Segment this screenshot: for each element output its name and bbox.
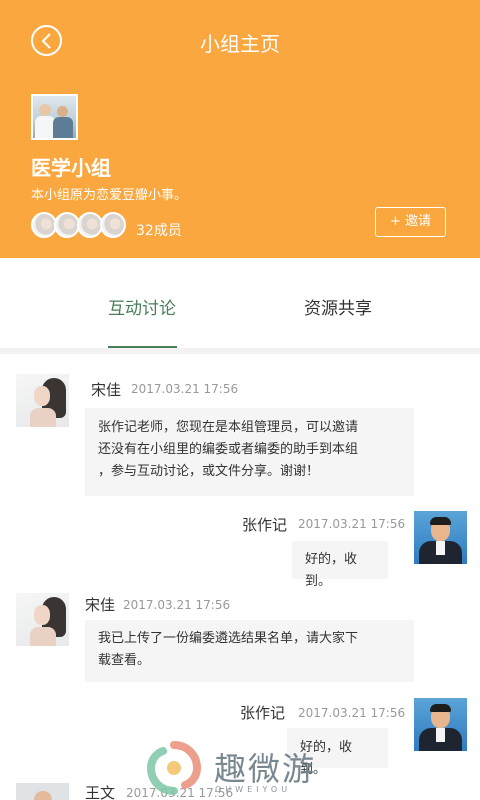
message-line: 张作记老师，您现在是本组管理员，可以邀请 <box>98 420 359 435</box>
avatar[interactable] <box>16 593 69 646</box>
group-header: 小组主页 医学小组 本小组原为恋爱豆瓣小事。 32成员 + 邀请 <box>0 0 480 258</box>
message-bubble: 好的，收到。 <box>292 541 388 589</box>
tab-resources[interactable]: 资源共享 <box>304 294 372 319</box>
divider <box>0 348 480 354</box>
sender-name: 宋佳 <box>91 381 122 399</box>
watermark-subtext: QUWEIYOU <box>215 785 292 794</box>
message-time: 2017.03.21 17:56 <box>123 598 231 612</box>
invite-button[interactable]: + 邀请 <box>375 207 446 237</box>
group-description: 本小组原为恋爱豆瓣小事。 <box>31 188 188 203</box>
message-bubble: 张作记老师，您现在是本组管理员，可以邀请 还没有在小组里的编委或者编委的助手到本… <box>85 408 414 496</box>
message-time: 2017.03.21 17:56 <box>131 382 239 396</box>
avatar[interactable] <box>16 783 69 800</box>
watermark-text: 趣微游 <box>214 750 317 788</box>
watermark-logo-icon <box>147 741 201 795</box>
page-title: 小组主页 <box>200 32 280 56</box>
sender-name: 张作记 <box>240 704 286 722</box>
message-time: 2017.03.21 17:56 <box>298 517 406 531</box>
message-line: 还没有在小组里的编委或者编委的助手到本组 <box>98 442 359 457</box>
avatar[interactable] <box>414 511 467 564</box>
sender-name: 王文 <box>85 784 116 800</box>
member-avatars[interactable] <box>31 212 131 238</box>
message-line: 载查看。 <box>98 653 151 668</box>
message-line: ，参与互动讨论，或文件分享。谢谢！ <box>98 464 320 479</box>
avatar[interactable] <box>16 374 69 427</box>
message-time: 2017.03.21 17:56 <box>298 706 406 720</box>
sender-name: 张作记 <box>242 516 288 534</box>
group-name: 医学小组 <box>31 156 111 180</box>
message-bubble: 我已上传了一份编委遴选结果名单，请大家下 载查看。 <box>85 620 414 682</box>
watermark: 趣微游 QUWEIYOU <box>147 741 347 800</box>
tab-discussion[interactable]: 互动讨论 <box>108 294 176 319</box>
member-count[interactable]: 32成员 <box>136 220 182 240</box>
message-line: 好的，收到。 <box>305 552 358 589</box>
tab-bar: 互动讨论 资源共享 <box>0 258 480 348</box>
group-avatar <box>31 94 78 140</box>
sender-name: 宋佳 <box>85 596 116 614</box>
member-avatar <box>100 212 126 238</box>
message-line: 我已上传了一份编委遴选结果名单，请大家下 <box>98 631 359 646</box>
avatar[interactable] <box>414 698 467 751</box>
